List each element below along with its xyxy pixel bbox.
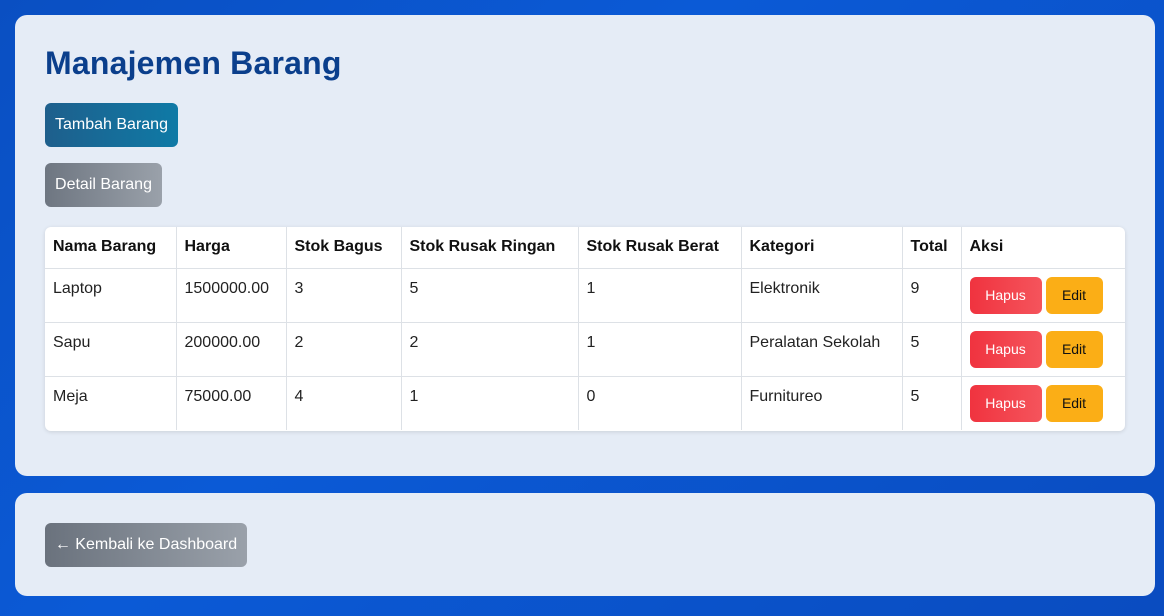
cell-total: 9: [902, 268, 962, 323]
header-kategori: Kategori: [741, 227, 903, 269]
cell-stok-rusak-berat: 1: [578, 322, 742, 377]
cell-kategori: Elektronik: [741, 268, 903, 323]
cell-harga: 75000.00: [176, 376, 287, 430]
delete-button[interactable]: Hapus: [969, 276, 1042, 314]
table-row: Sapu 200000.00 2 2 1 Peralatan Sekolah 5…: [45, 322, 1125, 377]
cell-total: 5: [902, 322, 962, 377]
item-detail-button[interactable]: Detail Barang: [45, 163, 162, 207]
delete-button[interactable]: Hapus: [969, 384, 1042, 422]
edit-button[interactable]: Edit: [1045, 330, 1103, 368]
cell-stok-rusak-ringan: 1: [401, 376, 579, 430]
header-nama-barang: Nama Barang: [45, 227, 177, 269]
cell-aksi: Hapus Edit: [961, 322, 1125, 377]
cell-nama-barang: Meja: [45, 376, 177, 430]
cell-aksi: Hapus Edit: [961, 268, 1125, 323]
cell-stok-bagus: 4: [286, 376, 402, 430]
cell-harga: 200000.00: [176, 322, 287, 377]
cell-aksi: Hapus Edit: [961, 376, 1125, 430]
delete-button[interactable]: Hapus: [969, 330, 1042, 368]
add-item-button[interactable]: Tambah Barang: [45, 103, 178, 147]
items-table: Nama Barang Harga Stok Bagus Stok Rusak …: [45, 227, 1125, 431]
cell-nama-barang: Sapu: [45, 322, 177, 377]
header-stok-bagus: Stok Bagus: [286, 227, 402, 269]
cell-stok-rusak-berat: 0: [578, 376, 742, 430]
cell-stok-rusak-ringan: 5: [401, 268, 579, 323]
main-card: Manajemen Barang Tambah Barang Detail Ba…: [15, 15, 1155, 476]
table-row: Laptop 1500000.00 3 5 1 Elektronik 9 Hap…: [45, 268, 1125, 323]
cell-stok-bagus: 2: [286, 322, 402, 377]
cell-stok-bagus: 3: [286, 268, 402, 323]
header-harga: Harga: [176, 227, 287, 269]
cell-total: 5: [902, 376, 962, 430]
cell-harga: 1500000.00: [176, 268, 287, 323]
cell-stok-rusak-ringan: 2: [401, 322, 579, 377]
header-total: Total: [902, 227, 962, 269]
cell-nama-barang: Laptop: [45, 268, 177, 323]
header-stok-rusak-ringan: Stok Rusak Ringan: [401, 227, 579, 269]
header-aksi: Aksi: [961, 227, 1125, 269]
cell-stok-rusak-berat: 1: [578, 268, 742, 323]
cell-kategori: Peralatan Sekolah: [741, 322, 903, 377]
cell-kategori: Furnitureo: [741, 376, 903, 430]
edit-button[interactable]: Edit: [1045, 384, 1103, 422]
back-to-dashboard-button[interactable]: ← Kembali ke Dashboard: [45, 523, 247, 567]
edit-button[interactable]: Edit: [1045, 276, 1103, 314]
header-stok-rusak-berat: Stok Rusak Berat: [578, 227, 742, 269]
table-header-row: Nama Barang Harga Stok Bagus Stok Rusak …: [45, 227, 1125, 269]
page-title: Manajemen Barang: [45, 45, 342, 81]
footer-card: ← Kembali ke Dashboard: [15, 493, 1155, 596]
table-row: Meja 75000.00 4 1 0 Furnitureo 5 Hapus Ed…: [45, 376, 1125, 430]
